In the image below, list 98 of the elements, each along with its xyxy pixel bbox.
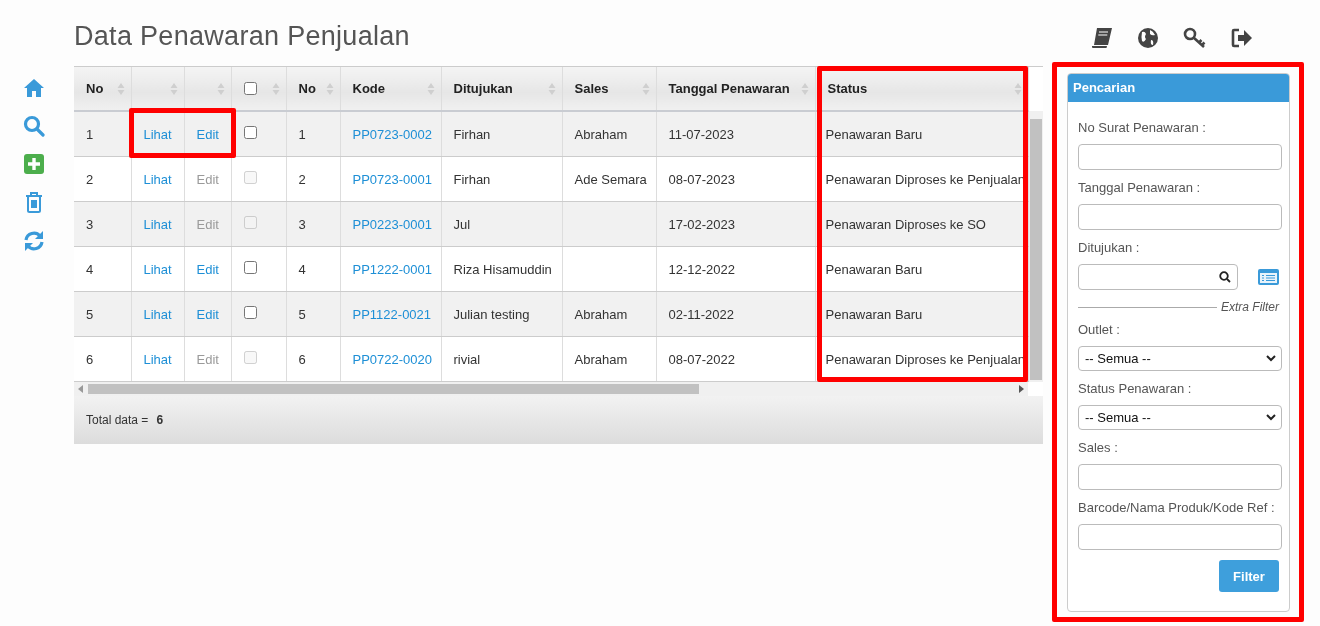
view-link[interactable]: Lihat xyxy=(143,171,172,187)
horizontal-scrollbar[interactable] xyxy=(74,382,1028,396)
filter-button[interactable]: Filter xyxy=(1219,560,1279,592)
field-label: Sales : xyxy=(1078,440,1119,455)
table-cell: Jul xyxy=(441,201,562,247)
total-value: 6 xyxy=(156,413,164,427)
table-cell: 17-02-2023 xyxy=(656,201,815,247)
edit-link[interactable]: Edit xyxy=(196,126,219,142)
input-field[interactable] xyxy=(1078,144,1282,170)
column-label: No xyxy=(298,81,316,96)
column-label: Sales xyxy=(574,81,609,96)
table-cell: 2 xyxy=(286,156,340,202)
code-link[interactable]: PP0723-0001 xyxy=(352,171,432,187)
page-title: Data Penawaran Penjualan xyxy=(74,20,411,53)
table-cell: rivial xyxy=(441,336,562,382)
code-link[interactable]: PP1222-0001 xyxy=(352,261,432,277)
table-cell: 11-07-2023 xyxy=(656,111,815,157)
select-all-checkbox[interactable] xyxy=(243,82,257,95)
field-label: Tanggal Penawaran : xyxy=(1078,180,1202,195)
column-header[interactable]: No xyxy=(286,67,340,111)
column-label: Status xyxy=(827,81,868,96)
home-icon[interactable] xyxy=(23,78,45,98)
chevron-down-icon[interactable] xyxy=(1266,414,1276,421)
field-label: Outlet : xyxy=(1078,322,1121,337)
field-label: Status Penawaran : xyxy=(1078,381,1193,396)
table-cell: 4 xyxy=(286,246,340,292)
column-header[interactable] xyxy=(184,67,231,111)
refresh-icon[interactable] xyxy=(23,230,45,252)
input-field[interactable] xyxy=(1078,464,1282,490)
table-cell: Abraham xyxy=(562,336,656,382)
field-label: Barcode/Nama Produk/Kode Ref : xyxy=(1078,500,1276,515)
input-field[interactable] xyxy=(1078,204,1282,230)
table-cell: 6 xyxy=(74,336,131,382)
column-header[interactable]: No xyxy=(74,67,131,111)
column-label: No xyxy=(86,81,104,96)
scroll-right-icon[interactable] xyxy=(1018,385,1024,393)
table-cell: 02-11-2022 xyxy=(656,291,815,337)
code-link[interactable]: PP0722-0020 xyxy=(352,351,432,367)
logout-icon[interactable] xyxy=(1231,28,1253,48)
book-icon[interactable] xyxy=(1091,27,1113,49)
table-cell: 1 xyxy=(74,111,131,157)
table-cell: 5 xyxy=(286,291,340,337)
dropdown[interactable]: -- Semua -- xyxy=(1078,346,1282,371)
column-label: Ditujukan xyxy=(453,81,513,96)
table-cell: Firhan xyxy=(441,111,562,157)
table-cell: 6 xyxy=(286,336,340,382)
column-header[interactable]: Ditujukan xyxy=(441,67,562,111)
column-header[interactable]: Tanggal Penawaran xyxy=(656,67,815,111)
edit-link[interactable]: Edit xyxy=(196,216,219,232)
view-link[interactable]: Lihat xyxy=(143,306,172,322)
add-icon[interactable] xyxy=(24,154,44,174)
lookup-field[interactable] xyxy=(1078,264,1238,290)
table-cell: 4 xyxy=(74,246,131,292)
total-label: Total data = xyxy=(86,413,149,427)
input-field[interactable] xyxy=(1078,524,1282,550)
table-cell: 12-12-2022 xyxy=(656,246,815,292)
table-cell: 1 xyxy=(286,111,340,157)
column-label: Tanggal Penawaran xyxy=(668,81,790,96)
column-header[interactable] xyxy=(131,67,184,111)
column-header[interactable] xyxy=(231,67,286,111)
chevron-down-icon[interactable] xyxy=(1266,355,1276,362)
table-cell: Abraham xyxy=(562,111,656,157)
key-icon[interactable] xyxy=(1183,27,1207,49)
table-cell: 3 xyxy=(286,201,340,247)
table-cell: Riza Hisamuddin xyxy=(441,246,562,292)
row-checkbox[interactable] xyxy=(243,306,257,319)
edit-link[interactable]: Edit xyxy=(196,351,219,367)
scroll-left-icon[interactable] xyxy=(78,385,84,393)
table-cell: Abraham xyxy=(562,291,656,337)
table-cell: 08-07-2022 xyxy=(656,336,815,382)
trash-icon[interactable] xyxy=(25,191,43,213)
column-label: Kode xyxy=(352,81,385,96)
edit-link[interactable]: Edit xyxy=(196,171,219,187)
table-cell: 08-07-2023 xyxy=(656,156,815,202)
section-label: Extra Filter xyxy=(1221,300,1279,314)
edit-link[interactable]: Edit xyxy=(196,261,219,277)
view-link[interactable]: Lihat xyxy=(143,126,172,142)
panel-title: Pencarian xyxy=(1068,74,1289,102)
column-header[interactable]: Sales xyxy=(562,67,656,111)
edit-link[interactable]: Edit xyxy=(196,306,219,322)
search-icon[interactable] xyxy=(1219,271,1231,283)
table-cell: Ade Semara xyxy=(562,156,656,202)
table-cell: 3 xyxy=(74,201,131,247)
view-link[interactable]: Lihat xyxy=(143,216,172,232)
table-cell: Julian testing xyxy=(441,291,562,337)
table-cell: 2 xyxy=(74,156,131,202)
list-icon[interactable] xyxy=(1258,269,1279,285)
globe-icon[interactable] xyxy=(1137,27,1159,49)
column-header[interactable]: Kode xyxy=(340,67,441,111)
table-cell: 5 xyxy=(74,291,131,337)
row-checkbox[interactable] xyxy=(243,261,257,274)
row-checkbox[interactable] xyxy=(243,126,257,139)
table-cell: Firhan xyxy=(441,156,562,202)
view-link[interactable]: Lihat xyxy=(143,351,172,367)
field-label: No Surat Penawaran : xyxy=(1078,120,1207,135)
dropdown[interactable]: -- Semua -- xyxy=(1078,405,1282,430)
view-link[interactable]: Lihat xyxy=(143,261,172,277)
field-label: Ditujukan : xyxy=(1078,240,1141,255)
